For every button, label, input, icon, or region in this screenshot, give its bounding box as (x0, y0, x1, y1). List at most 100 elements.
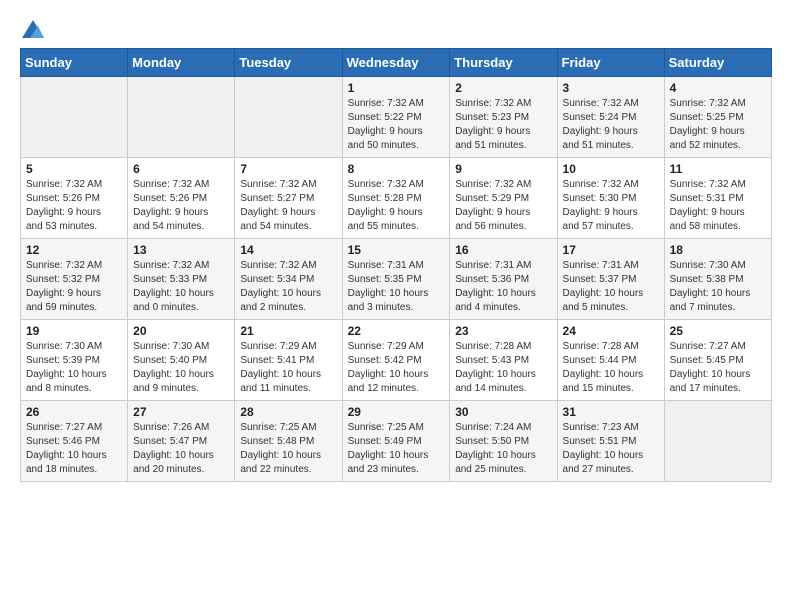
calendar-cell: 5 Sunrise: 7:32 AM Sunset: 5:26 PM Daylig… (21, 158, 128, 239)
day-info: Sunrise: 7:27 AM Sunset: 5:46 PM Dayligh… (26, 421, 122, 477)
calendar-cell: 21 Sunrise: 7:29 AM Sunset: 5:41 PM Dayli… (235, 320, 342, 401)
calendar-cell (664, 401, 771, 482)
day-number: 10 (563, 162, 659, 176)
day-info: Sunrise: 7:32 AM Sunset: 5:31 PM Dayligh… (670, 178, 766, 234)
day-number: 23 (455, 324, 551, 338)
day-info: Sunrise: 7:31 AM Sunset: 5:35 PM Dayligh… (348, 259, 445, 315)
day-number: 26 (26, 405, 122, 419)
day-info: Sunrise: 7:30 AM Sunset: 5:38 PM Dayligh… (670, 259, 766, 315)
calendar-cell: 22 Sunrise: 7:29 AM Sunset: 5:42 PM Dayli… (342, 320, 450, 401)
day-number: 27 (133, 405, 229, 419)
week-row-2: 5 Sunrise: 7:32 AM Sunset: 5:26 PM Daylig… (21, 158, 772, 239)
day-number: 13 (133, 243, 229, 257)
day-info: Sunrise: 7:32 AM Sunset: 5:23 PM Dayligh… (455, 97, 551, 153)
day-info: Sunrise: 7:32 AM Sunset: 5:28 PM Dayligh… (348, 178, 445, 234)
logo (20, 20, 44, 38)
calendar-cell: 28Sunrise: 7:25 AM Sunset: 5:48 PM Dayli… (235, 401, 342, 482)
calendar-cell: 26 Sunrise: 7:27 AM Sunset: 5:46 PM Dayli… (21, 401, 128, 482)
day-number: 11 (670, 162, 766, 176)
day-info: Sunrise: 7:28 AM Sunset: 5:43 PM Dayligh… (455, 340, 551, 396)
day-info: Sunrise: 7:31 AM Sunset: 5:37 PM Dayligh… (563, 259, 659, 315)
day-info: Sunrise: 7:32 AM Sunset: 5:33 PM Dayligh… (133, 259, 229, 315)
calendar-cell: 15 Sunrise: 7:31 AM Sunset: 5:35 PM Dayli… (342, 239, 450, 320)
calendar-cell: 4 Sunrise: 7:32 AM Sunset: 5:25 PM Daylig… (664, 77, 771, 158)
logo-icon (22, 20, 44, 38)
header-friday: Friday (557, 49, 664, 77)
calendar-cell: 7 Sunrise: 7:32 AM Sunset: 5:27 PM Daylig… (235, 158, 342, 239)
day-number: 17 (563, 243, 659, 257)
day-info: Sunrise: 7:32 AM Sunset: 5:26 PM Dayligh… (133, 178, 229, 234)
day-number: 21 (240, 324, 336, 338)
day-number: 20 (133, 324, 229, 338)
day-info: Sunrise: 7:32 AM Sunset: 5:25 PM Dayligh… (670, 97, 766, 153)
week-row-1: 1Sunrise: 7:32 AM Sunset: 5:22 PM Daylig… (21, 77, 772, 158)
calendar-cell: 9Sunrise: 7:32 AM Sunset: 5:29 PM Daylig… (450, 158, 557, 239)
day-number: 29 (348, 405, 445, 419)
calendar-cell: 2 Sunrise: 7:32 AM Sunset: 5:23 PM Daylig… (450, 77, 557, 158)
calendar-cell: 25 Sunrise: 7:27 AM Sunset: 5:45 PM Dayli… (664, 320, 771, 401)
day-number: 8 (348, 162, 445, 176)
calendar-cell: 10 Sunrise: 7:32 AM Sunset: 5:30 PM Dayli… (557, 158, 664, 239)
calendar-cell: 14Sunrise: 7:32 AM Sunset: 5:34 PM Dayli… (235, 239, 342, 320)
calendar-cell: 18 Sunrise: 7:30 AM Sunset: 5:38 PM Dayli… (664, 239, 771, 320)
header-wednesday: Wednesday (342, 49, 450, 77)
day-info: Sunrise: 7:26 AM Sunset: 5:47 PM Dayligh… (133, 421, 229, 477)
header-thursday: Thursday (450, 49, 557, 77)
calendar-cell: 6Sunrise: 7:32 AM Sunset: 5:26 PM Daylig… (128, 158, 235, 239)
day-number: 14 (240, 243, 336, 257)
day-number: 30 (455, 405, 551, 419)
day-number: 4 (670, 81, 766, 95)
calendar-cell: 8 Sunrise: 7:32 AM Sunset: 5:28 PM Daylig… (342, 158, 450, 239)
day-info: Sunrise: 7:28 AM Sunset: 5:44 PM Dayligh… (563, 340, 659, 396)
header-saturday: Saturday (664, 49, 771, 77)
calendar-cell: 1Sunrise: 7:32 AM Sunset: 5:22 PM Daylig… (342, 77, 450, 158)
day-info: Sunrise: 7:32 AM Sunset: 5:24 PM Dayligh… (563, 97, 659, 153)
calendar-header-row: SundayMondayTuesdayWednesdayThursdayFrid… (21, 49, 772, 77)
day-info: Sunrise: 7:32 AM Sunset: 5:26 PM Dayligh… (26, 178, 122, 234)
day-number: 19 (26, 324, 122, 338)
calendar-cell: 11 Sunrise: 7:32 AM Sunset: 5:31 PM Dayli… (664, 158, 771, 239)
header-tuesday: Tuesday (235, 49, 342, 77)
day-info: Sunrise: 7:32 AM Sunset: 5:27 PM Dayligh… (240, 178, 336, 234)
calendar-cell: 23 Sunrise: 7:28 AM Sunset: 5:43 PM Dayli… (450, 320, 557, 401)
calendar-cell: 27 Sunrise: 7:26 AM Sunset: 5:47 PM Dayli… (128, 401, 235, 482)
day-info: Sunrise: 7:25 AM Sunset: 5:49 PM Dayligh… (348, 421, 445, 477)
day-number: 15 (348, 243, 445, 257)
day-info: Sunrise: 7:31 AM Sunset: 5:36 PM Dayligh… (455, 259, 551, 315)
week-row-3: 12 Sunrise: 7:32 AM Sunset: 5:32 PM Dayli… (21, 239, 772, 320)
calendar-cell: 20Sunrise: 7:30 AM Sunset: 5:40 PM Dayli… (128, 320, 235, 401)
calendar-cell: 24 Sunrise: 7:28 AM Sunset: 5:44 PM Dayli… (557, 320, 664, 401)
day-info: Sunrise: 7:24 AM Sunset: 5:50 PM Dayligh… (455, 421, 551, 477)
day-number: 12 (26, 243, 122, 257)
calendar-cell: 16 Sunrise: 7:31 AM Sunset: 5:36 PM Dayli… (450, 239, 557, 320)
day-number: 25 (670, 324, 766, 338)
calendar-cell: 12 Sunrise: 7:32 AM Sunset: 5:32 PM Dayli… (21, 239, 128, 320)
header-sunday: Sunday (21, 49, 128, 77)
calendar-cell: 30 Sunrise: 7:24 AM Sunset: 5:50 PM Dayli… (450, 401, 557, 482)
calendar-cell: 13 Sunrise: 7:32 AM Sunset: 5:33 PM Dayli… (128, 239, 235, 320)
day-number: 22 (348, 324, 445, 338)
calendar-cell: 19 Sunrise: 7:30 AM Sunset: 5:39 PM Dayli… (21, 320, 128, 401)
day-number: 9 (455, 162, 551, 176)
week-row-5: 26 Sunrise: 7:27 AM Sunset: 5:46 PM Dayli… (21, 401, 772, 482)
day-info: Sunrise: 7:29 AM Sunset: 5:42 PM Dayligh… (348, 340, 445, 396)
day-info: Sunrise: 7:32 AM Sunset: 5:32 PM Dayligh… (26, 259, 122, 315)
day-number: 16 (455, 243, 551, 257)
day-info: Sunrise: 7:30 AM Sunset: 5:39 PM Dayligh… (26, 340, 122, 396)
day-number: 24 (563, 324, 659, 338)
calendar-cell: 3 Sunrise: 7:32 AM Sunset: 5:24 PM Daylig… (557, 77, 664, 158)
day-number: 5 (26, 162, 122, 176)
day-number: 18 (670, 243, 766, 257)
day-number: 2 (455, 81, 551, 95)
header-monday: Monday (128, 49, 235, 77)
day-number: 1 (348, 81, 445, 95)
calendar-cell: 17 Sunrise: 7:31 AM Sunset: 5:37 PM Dayli… (557, 239, 664, 320)
day-info: Sunrise: 7:25 AM Sunset: 5:48 PM Dayligh… (240, 421, 336, 477)
calendar-cell: 31Sunrise: 7:23 AM Sunset: 5:51 PM Dayli… (557, 401, 664, 482)
day-info: Sunrise: 7:27 AM Sunset: 5:45 PM Dayligh… (670, 340, 766, 396)
day-number: 3 (563, 81, 659, 95)
day-number: 7 (240, 162, 336, 176)
day-info: Sunrise: 7:32 AM Sunset: 5:30 PM Dayligh… (563, 178, 659, 234)
day-info: Sunrise: 7:29 AM Sunset: 5:41 PM Dayligh… (240, 340, 336, 396)
calendar-cell (128, 77, 235, 158)
